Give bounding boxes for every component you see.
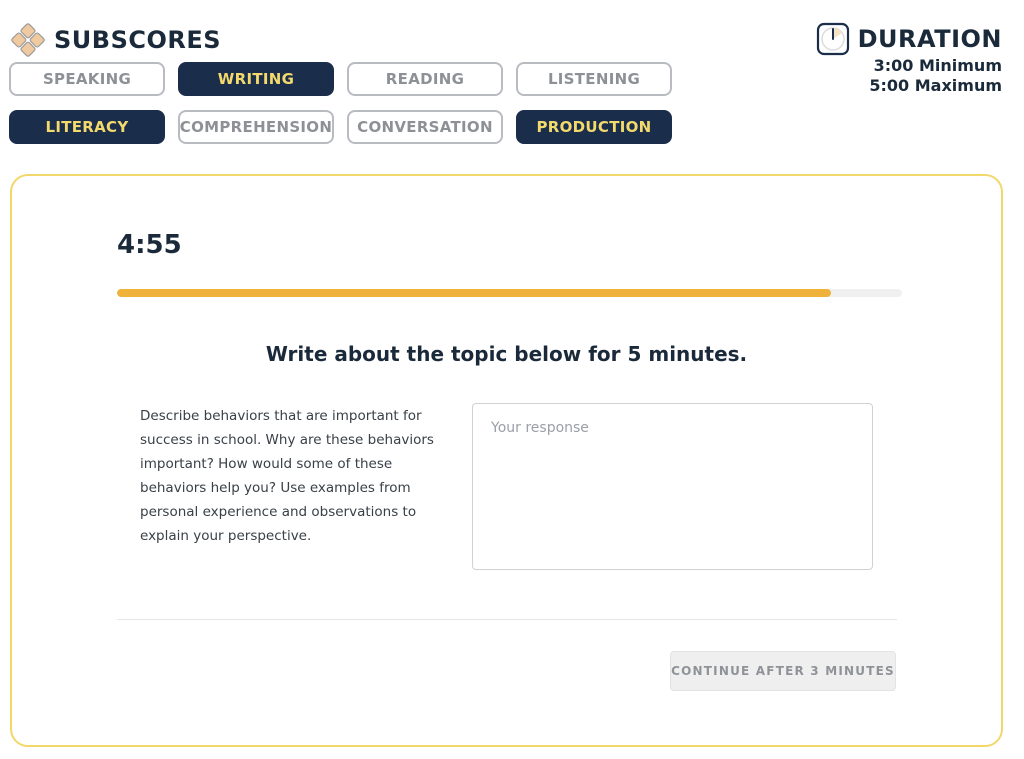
divider (117, 619, 897, 620)
prompt-heading: Write about the topic below for 5 minute… (265, 342, 748, 366)
duration-maximum: 5:00 Maximum (869, 76, 1002, 95)
chip-reading: READING (347, 62, 503, 96)
chip-listening: LISTENING (516, 62, 672, 96)
diamond-grid-icon (11, 23, 45, 57)
chip-comprehension: COMPREHENSION (178, 110, 334, 144)
chip-speaking: SPEAKING (9, 62, 165, 96)
time-progress-bar (117, 289, 902, 297)
clock-icon (816, 22, 849, 56)
continue-button[interactable]: CONTINUE AFTER 3 MINUTES (670, 651, 896, 691)
chip-literacy: LITERACY (9, 110, 165, 144)
chip-conversation: CONVERSATION (347, 110, 503, 144)
subscores-header: SUBSCORES (10, 22, 221, 58)
countdown-timer: 4:55 (117, 230, 182, 260)
duration-title: DURATION (857, 25, 1002, 53)
chip-production: PRODUCTION (516, 110, 672, 144)
task-card: 4:55 Write about the topic below for 5 m… (10, 174, 1003, 747)
duration-panel: DURATION 3:00 Minimum 5:00 Maximum (816, 22, 1002, 96)
time-progress-fill (117, 289, 832, 297)
response-input[interactable] (472, 403, 873, 570)
page-title: SUBSCORES (54, 26, 222, 54)
duration-minimum: 3:00 Minimum (873, 56, 1002, 75)
topic-text: Describe behaviors that are important fo… (140, 408, 434, 544)
chip-writing: WRITING (178, 62, 334, 96)
